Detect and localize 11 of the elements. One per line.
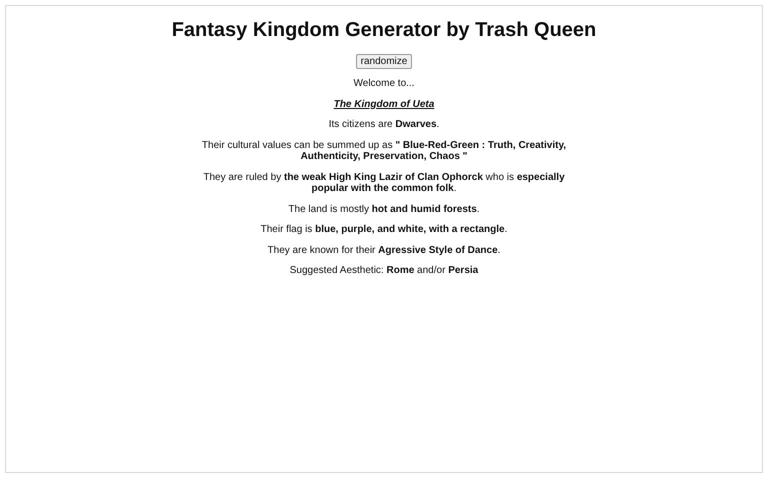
description-text: They are known for their Agressive Style of Dance. <box>268 244 500 256</box>
description-text: Its citizens are Dwarves. <box>328 119 440 130</box>
kingdom-name: The Kingdom of Ueta <box>334 98 434 110</box>
description-text: The land is mostly hot and humid forests. <box>288 204 480 215</box>
page-title: Fantasy Kingdom Generator by Trash Queen <box>172 19 596 42</box>
welcome-text: Welcome to... <box>354 78 414 90</box>
description-text: They are ruled by the weak High King Lazir of Clan Ophorck who is especially popular with the common folk. <box>202 172 566 194</box>
description-text: Suggested Aesthetic: Rome and/or Persia <box>290 265 478 276</box>
randomize-button[interactable]: randomize <box>356 54 412 69</box>
description-text: Their cultural values can be summed up as " Blue-Red-Green : Truth, Creativity, Authenticity, Preservation, Chaos " <box>200 140 568 162</box>
description-text: Their flag is blue, purple, and white, with a rectangle. <box>260 224 508 236</box>
